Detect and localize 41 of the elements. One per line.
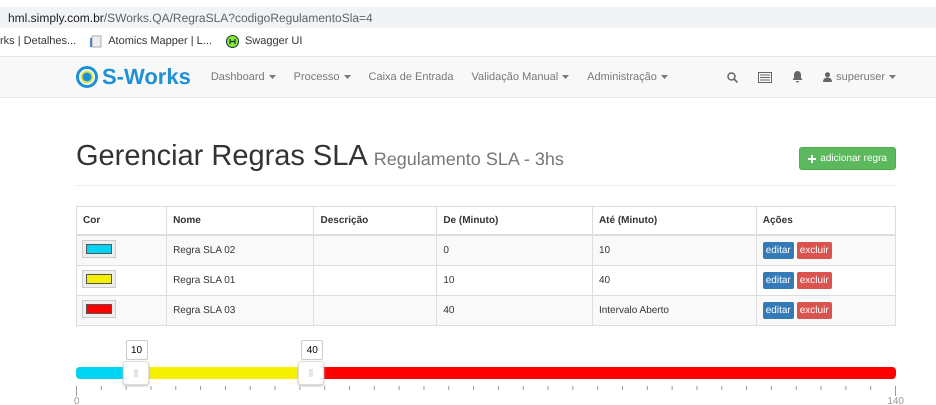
nav-menu-item[interactable]: Validação Manual bbox=[472, 71, 570, 83]
delete-button[interactable]: excluir bbox=[796, 242, 832, 259]
axis-label: 140 bbox=[887, 396, 904, 405]
bookmark[interactable]: rks | Detalhes... bbox=[0, 35, 76, 47]
edit-button[interactable]: editar bbox=[762, 272, 794, 289]
page-icon bbox=[90, 34, 102, 48]
edit-button[interactable]: editar bbox=[762, 302, 794, 319]
axis-label: 0 bbox=[74, 396, 80, 405]
table-cell: Regra SLA 03 bbox=[166, 296, 314, 326]
delete-button[interactable]: excluir bbox=[796, 272, 832, 289]
slider-handle[interactable] bbox=[298, 361, 324, 385]
table-cell: Intervalo Aberto bbox=[592, 296, 756, 326]
plus-icon bbox=[808, 154, 816, 162]
user-icon bbox=[823, 72, 832, 82]
add-rule-button[interactable]: adicionar regra bbox=[799, 147, 896, 170]
list-icon[interactable] bbox=[758, 72, 772, 82]
caret-icon bbox=[889, 75, 896, 79]
nav-menu-item[interactable]: Caixa de Entrada bbox=[368, 71, 454, 83]
delete-button[interactable]: excluir bbox=[796, 302, 832, 319]
search-icon[interactable] bbox=[727, 72, 738, 82]
page-title: Gerenciar Regras SLA Regulamento SLA - 3hs bbox=[76, 140, 564, 173]
url-host[interactable]: hml.simply.com.br bbox=[8, 10, 104, 24]
table-cell: 40 bbox=[436, 296, 592, 326]
bell-icon[interactable] bbox=[792, 71, 804, 83]
nav-menu-item[interactable]: Administração bbox=[587, 71, 668, 83]
slider-handle[interactable] bbox=[122, 361, 149, 385]
color-swatch bbox=[83, 301, 115, 317]
color-swatch bbox=[83, 241, 115, 257]
page-subtitle: Regulamento SLA - 3hs bbox=[374, 149, 564, 169]
handle-value-label: 10 bbox=[126, 340, 148, 360]
bookmark[interactable]: Swagger UI bbox=[226, 34, 302, 48]
nav-menu-item[interactable]: Dashboard bbox=[210, 71, 276, 83]
edit-button[interactable]: editar bbox=[762, 242, 794, 259]
nav-menu-item[interactable]: Processo bbox=[294, 71, 351, 83]
bookmark[interactable]: Atomics Mapper | L... bbox=[90, 34, 212, 48]
handle-value-label: 40 bbox=[301, 340, 324, 360]
url-path[interactable]: /SWorks.QA/RegraSLA?codigoRegulamentoSla=4 bbox=[104, 10, 373, 24]
color-swatch bbox=[83, 271, 115, 287]
swagger-icon bbox=[226, 34, 239, 48]
brand-logo[interactable]: S-Works bbox=[76, 64, 191, 90]
user-menu[interactable]: superuser bbox=[823, 71, 896, 83]
